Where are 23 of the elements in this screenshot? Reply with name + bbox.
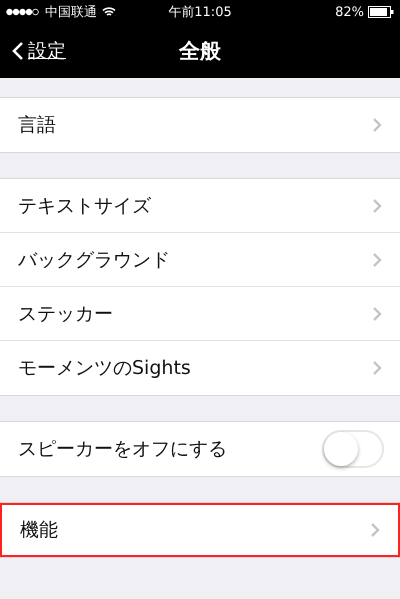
carrier-name: 中国联通 (45, 4, 97, 21)
battery-icon (368, 6, 394, 18)
settings-row[interactable]: 機能 (0, 503, 400, 557)
chevron-icon (372, 252, 382, 268)
back-link[interactable]: 設定 (0, 38, 66, 64)
settings-row[interactable]: ステッカー (0, 287, 400, 341)
page-title: 全般 (179, 38, 221, 65)
status-time: 午前11:05 (168, 4, 232, 21)
settings-row[interactable]: テキストサイズ (0, 179, 400, 233)
chevron-icon (370, 522, 380, 538)
settings-row[interactable]: モーメンツのSights (0, 341, 400, 395)
chevron-icon (372, 117, 382, 133)
back-chevron-icon (12, 41, 24, 61)
settings-row[interactable]: スピーカーをオフにする (0, 422, 400, 476)
toggle-switch[interactable] (322, 430, 384, 468)
chevron-icon (372, 198, 382, 214)
chevron-icon (372, 306, 382, 322)
battery-percent: 82% (335, 4, 364, 20)
wifi-icon (102, 7, 116, 17)
chevron-icon (372, 360, 382, 376)
settings-row[interactable]: バックグラウンド (0, 233, 400, 287)
signal-icon (6, 8, 40, 16)
settings-row[interactable]: 言語 (0, 98, 400, 152)
